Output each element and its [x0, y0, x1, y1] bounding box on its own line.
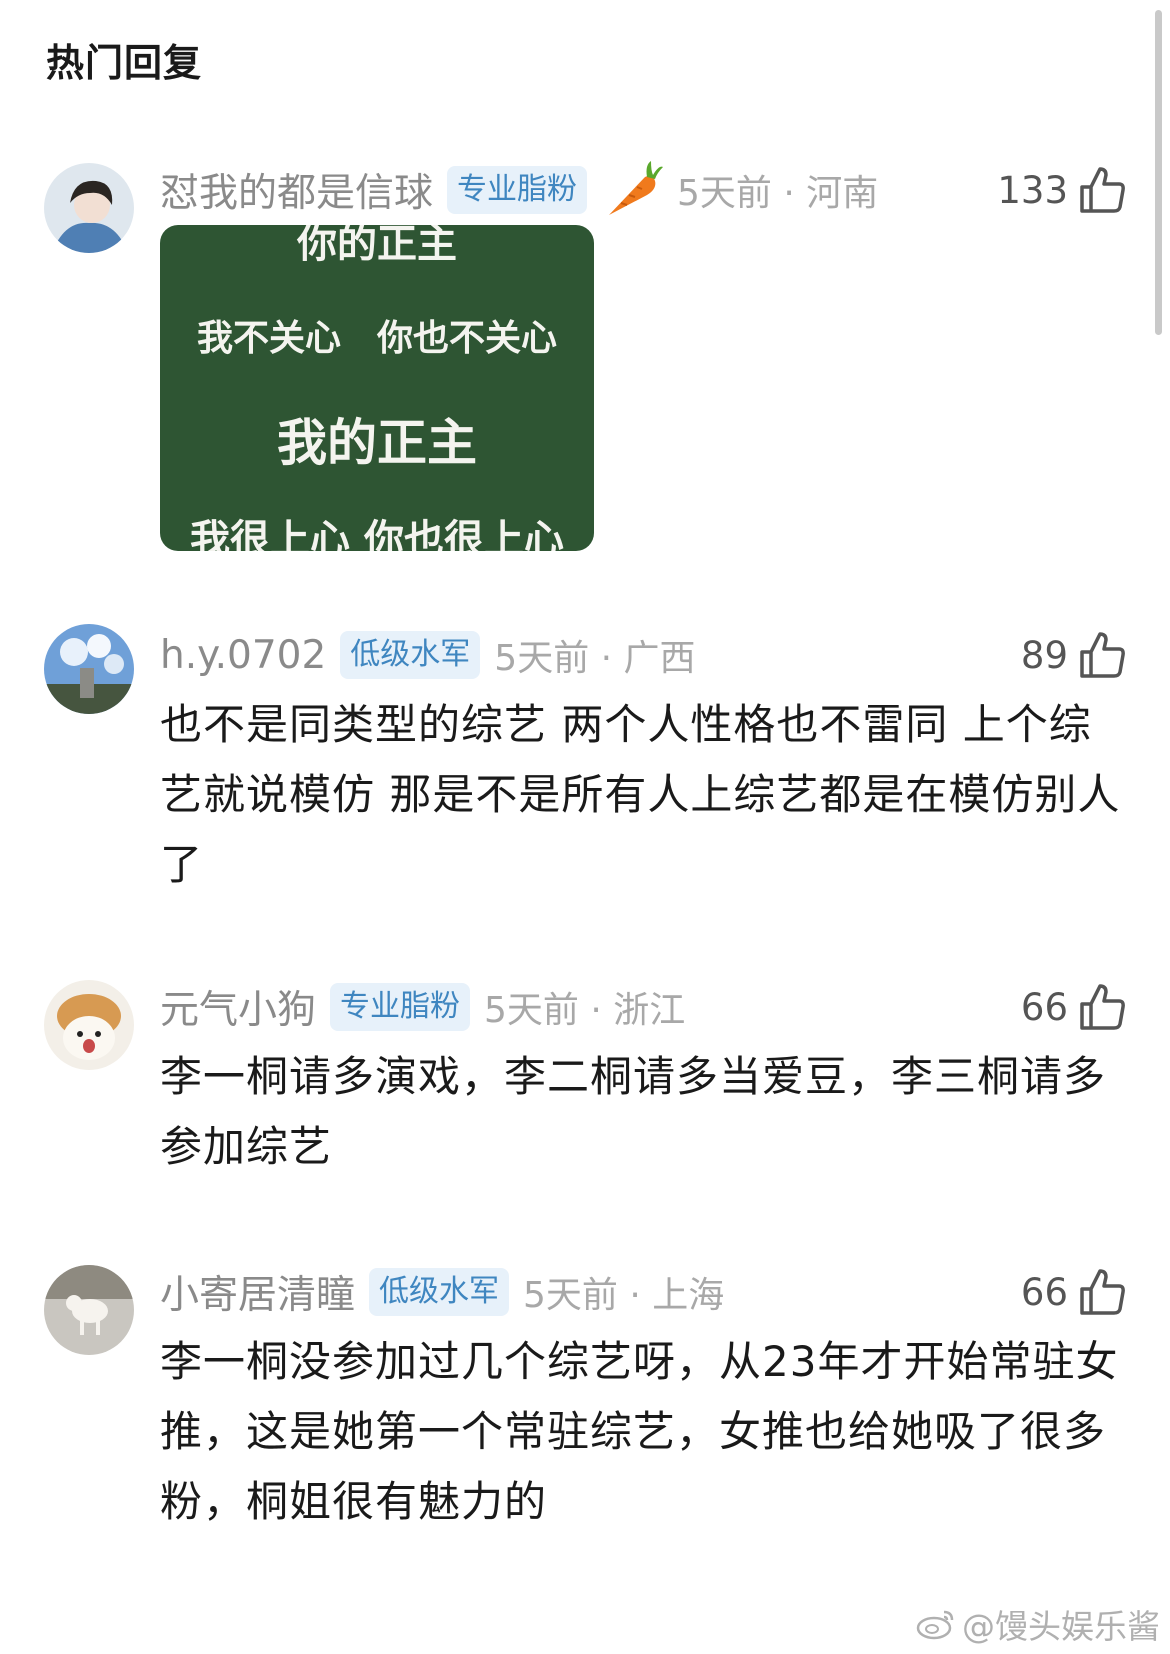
like-button[interactable]: 66	[1021, 972, 1126, 1042]
comment-text: 李一桐没参加过几个综艺呀，从23年才开始常驻女推，这是她第一个常驻综艺，女推也给…	[160, 1337, 1119, 1526]
fan-badge[interactable]: 专业脂粉	[330, 983, 471, 1031]
fan-badge[interactable]: 低级水军	[340, 631, 481, 679]
meme-image[interactable]: 你的正主 我不关心 你也不关心 我的正主 我很上心 你也很上心	[160, 225, 594, 551]
scrollbar[interactable]	[1155, 10, 1162, 335]
board-line: 我不关心 你也不关心	[196, 318, 557, 359]
like-count: 89	[1020, 633, 1068, 677]
avatar[interactable]	[44, 980, 134, 1070]
time-location: 5天前 · 广西	[494, 638, 696, 679]
section-title: 热门回复	[46, 41, 203, 85]
thumb-up-icon	[1080, 167, 1125, 213]
avatar[interactable]	[44, 163, 134, 253]
like-button[interactable]: 66	[1021, 1257, 1126, 1327]
like-button[interactable]: 133	[997, 155, 1126, 225]
watermark-text: @馒头娱乐酱	[962, 1607, 1160, 1646]
like-count: 133	[997, 168, 1068, 212]
weibo-logo-icon	[916, 1610, 954, 1640]
like-count: 66	[1020, 1270, 1068, 1314]
like-button[interactable]: 89	[1021, 620, 1126, 690]
avatar[interactable]	[44, 1265, 134, 1355]
comment-text: 也不是同类型的综艺 两个人性格也不雷同 上个综艺就说模仿 那是不是所有人上综艺都…	[160, 700, 1121, 889]
username[interactable]: h.y.0702	[160, 633, 326, 678]
username[interactable]: 小寄居清瞳	[160, 1264, 355, 1320]
like-count: 66	[1020, 985, 1068, 1029]
avatar[interactable]	[44, 624, 134, 714]
board-line: 你的正主	[297, 225, 457, 267]
fan-badge[interactable]: 专业脂粉	[447, 166, 588, 214]
thumb-up-icon	[1080, 632, 1125, 678]
username[interactable]: 怼我的都是信球	[160, 162, 433, 218]
fan-badge[interactable]: 低级水军	[369, 1268, 510, 1316]
board-line: 我的正主	[277, 414, 477, 472]
time-location: 5天前 · 上海	[523, 1275, 725, 1316]
board-line: 我很上心 你也很上心	[190, 517, 564, 551]
username[interactable]: 元气小狗	[160, 979, 316, 1035]
time-location: 5天前 · 河南	[677, 173, 879, 214]
thumb-up-icon	[1080, 984, 1125, 1030]
thumb-up-icon	[1080, 1269, 1125, 1315]
time-location: 5天前 · 浙江	[484, 990, 686, 1031]
watermark: @馒头娱乐酱	[916, 1600, 1160, 1648]
comment-text: 李一桐请多演戏，李二桐请多当爱豆，李三桐请多参加综艺	[160, 1052, 1107, 1171]
carrot-icon	[601, 159, 664, 221]
